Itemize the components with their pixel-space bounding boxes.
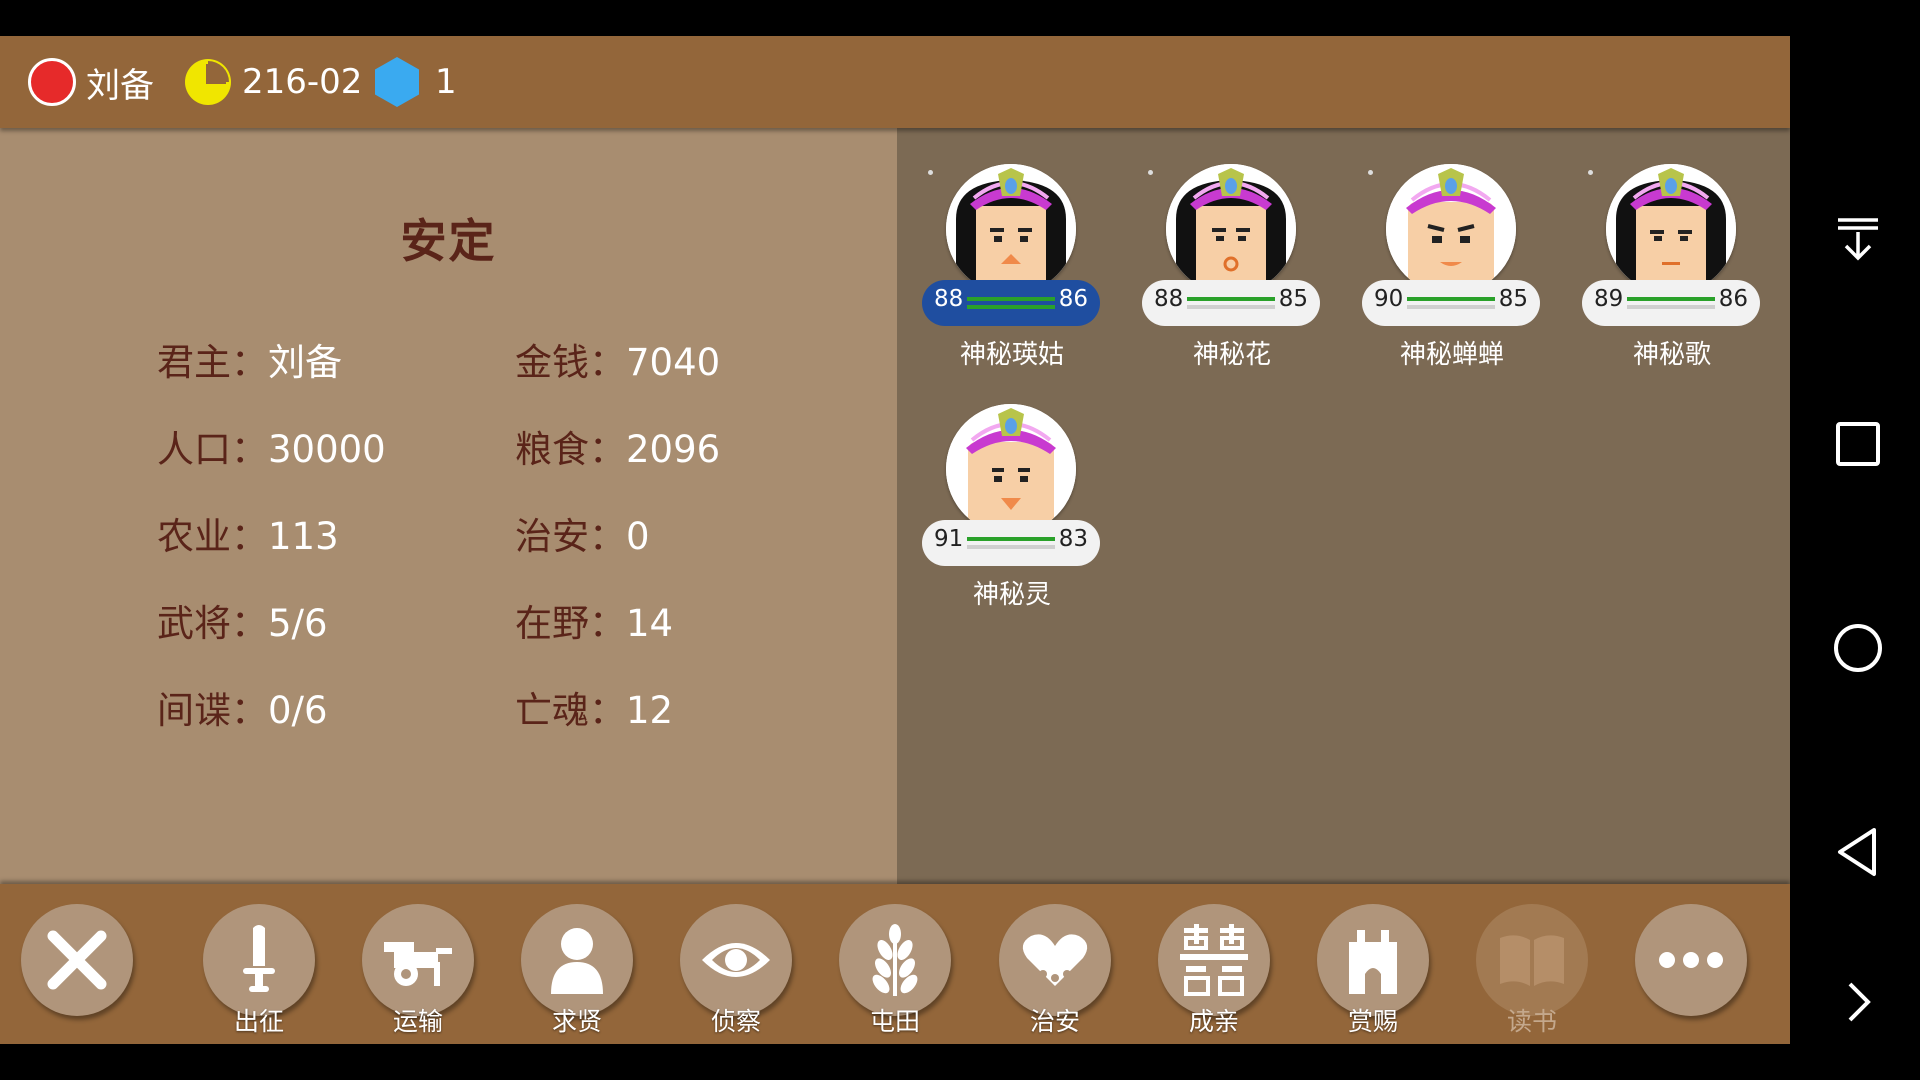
officer-portrait bbox=[1606, 164, 1736, 294]
wheat-icon bbox=[872, 924, 918, 996]
officer-name: 神秘灵 bbox=[972, 580, 1051, 610]
stat-population: 人口：30000 bbox=[157, 428, 386, 471]
officer-name: 神秘瑛姑 bbox=[959, 340, 1064, 370]
action-label: 运输 bbox=[392, 1007, 443, 1036]
back-button[interactable] bbox=[1830, 824, 1886, 880]
more-icon bbox=[1659, 952, 1723, 968]
recents-button[interactable] bbox=[1830, 416, 1886, 472]
action-label: 屯田 bbox=[869, 1007, 920, 1036]
study-button[interactable]: 读书 bbox=[1476, 904, 1592, 1036]
stat-gold: 金钱：7040 bbox=[515, 341, 721, 384]
game-date: 216-02 bbox=[242, 62, 363, 102]
recruit-button[interactable]: 求贤 bbox=[521, 904, 637, 1036]
action-label: 侦察 bbox=[710, 1007, 761, 1036]
officer-card[interactable]: 89 86 神秘歌 bbox=[1582, 164, 1762, 374]
stat-generals: 武将：5/6 bbox=[157, 602, 328, 645]
date-indicator: 216-02 bbox=[184, 36, 362, 128]
stat-lord: 君主：刘备 bbox=[157, 341, 342, 384]
stat-unaffiliated: 在野：14 bbox=[515, 602, 674, 645]
face-icon bbox=[946, 404, 1076, 534]
stat-security: 治安：0 bbox=[515, 515, 650, 558]
face-icon bbox=[946, 164, 1076, 294]
eye-icon bbox=[702, 943, 770, 977]
status-dot bbox=[1148, 170, 1153, 175]
officer-stat-pill: 88 86 bbox=[922, 280, 1100, 326]
officer-portrait bbox=[1386, 164, 1516, 294]
collapse-icon bbox=[1838, 218, 1878, 261]
action-label: 求贤 bbox=[551, 1007, 602, 1036]
gem-icon bbox=[375, 57, 419, 107]
person-icon bbox=[551, 928, 603, 994]
face-icon bbox=[1166, 164, 1296, 294]
officer-card[interactable]: 88 86 神秘瑛姑 bbox=[922, 164, 1102, 374]
book-icon bbox=[1500, 935, 1564, 986]
game-screen: 刘备 216-02 1 安定 君主：刘备 人口：30000 农业：113 武将：… bbox=[0, 0, 1920, 1080]
officer-name: 神秘蝉蝉 bbox=[1399, 340, 1504, 370]
officer-card[interactable]: 90 85 神秘蝉蝉 bbox=[1362, 164, 1542, 374]
double-happiness-icon bbox=[1180, 924, 1248, 996]
cart-icon bbox=[384, 942, 452, 986]
status-dot bbox=[1368, 170, 1373, 175]
stat-souls: 亡魂：12 bbox=[515, 689, 674, 732]
officer-portrait bbox=[946, 164, 1076, 294]
collapse-button[interactable] bbox=[1830, 212, 1886, 268]
gem-count: 1 bbox=[435, 62, 457, 102]
action-label: 成亲 bbox=[1188, 1007, 1239, 1036]
officer-portrait bbox=[946, 404, 1076, 534]
officer-card[interactable]: 88 85 神秘花 bbox=[1142, 164, 1322, 374]
close-icon bbox=[47, 930, 107, 990]
action-label: 赏赐 bbox=[1347, 1007, 1398, 1036]
officer-portrait bbox=[1166, 164, 1296, 294]
city-name: 安定 bbox=[400, 214, 497, 268]
status-dot bbox=[1588, 170, 1593, 175]
officer-stat-pill: 89 86 bbox=[1582, 280, 1760, 326]
lord-color-icon bbox=[28, 58, 76, 106]
home-button[interactable] bbox=[1830, 620, 1886, 676]
action-label: 治安 bbox=[1029, 1007, 1080, 1036]
more-button[interactable] bbox=[1635, 904, 1751, 1020]
security-button[interactable]: 治安 bbox=[999, 904, 1115, 1036]
transport-button[interactable]: 运输 bbox=[362, 904, 478, 1036]
face-icon bbox=[1606, 164, 1736, 294]
action-bar: 出征 运输 求贤 侦察 屯田 治安 成亲 赏赐 读书 bbox=[0, 884, 1790, 1044]
officer-stat-pill: 90 85 bbox=[1362, 280, 1540, 326]
officer-name: 神秘歌 bbox=[1632, 340, 1711, 370]
farm-button[interactable]: 屯田 bbox=[839, 904, 955, 1036]
sword-icon bbox=[243, 925, 275, 992]
action-label: 读书 bbox=[1506, 1007, 1557, 1036]
status-dot bbox=[928, 170, 933, 175]
next-icon bbox=[1848, 982, 1871, 1022]
stat-food: 粮食：2096 bbox=[515, 428, 721, 471]
scout-button[interactable]: 侦察 bbox=[680, 904, 796, 1036]
stat-spies: 间谍：0/6 bbox=[157, 689, 328, 732]
reward-button[interactable]: 赏赐 bbox=[1317, 904, 1433, 1036]
home-icon bbox=[1834, 624, 1882, 672]
officer-stat-pill: 91 83 bbox=[922, 520, 1100, 566]
clock-icon bbox=[185, 59, 231, 105]
close-button[interactable] bbox=[21, 904, 137, 1020]
action-label: 出征 bbox=[233, 1007, 284, 1036]
expedition-button[interactable]: 出征 bbox=[203, 904, 319, 1036]
gem-indicator[interactable]: 1 bbox=[375, 36, 457, 128]
lord-indicator[interactable]: 刘备 bbox=[28, 36, 154, 128]
lord-name: 刘备 bbox=[86, 65, 154, 106]
stat-agriculture: 农业：113 bbox=[157, 515, 339, 558]
back-icon bbox=[1838, 828, 1876, 876]
officer-card[interactable]: 91 83 神秘灵 bbox=[922, 404, 1102, 614]
hearts-icon bbox=[1022, 934, 1088, 986]
officer-stat-pill: 88 85 bbox=[1142, 280, 1320, 326]
marry-button[interactable]: 成亲 bbox=[1158, 904, 1274, 1036]
officer-name: 神秘花 bbox=[1192, 340, 1271, 370]
recents-icon bbox=[1836, 422, 1880, 466]
next-button[interactable] bbox=[1830, 974, 1886, 1030]
castle-icon bbox=[1349, 930, 1397, 994]
face-icon bbox=[1386, 164, 1516, 294]
top-status-bar: 刘备 216-02 1 bbox=[0, 36, 1790, 128]
